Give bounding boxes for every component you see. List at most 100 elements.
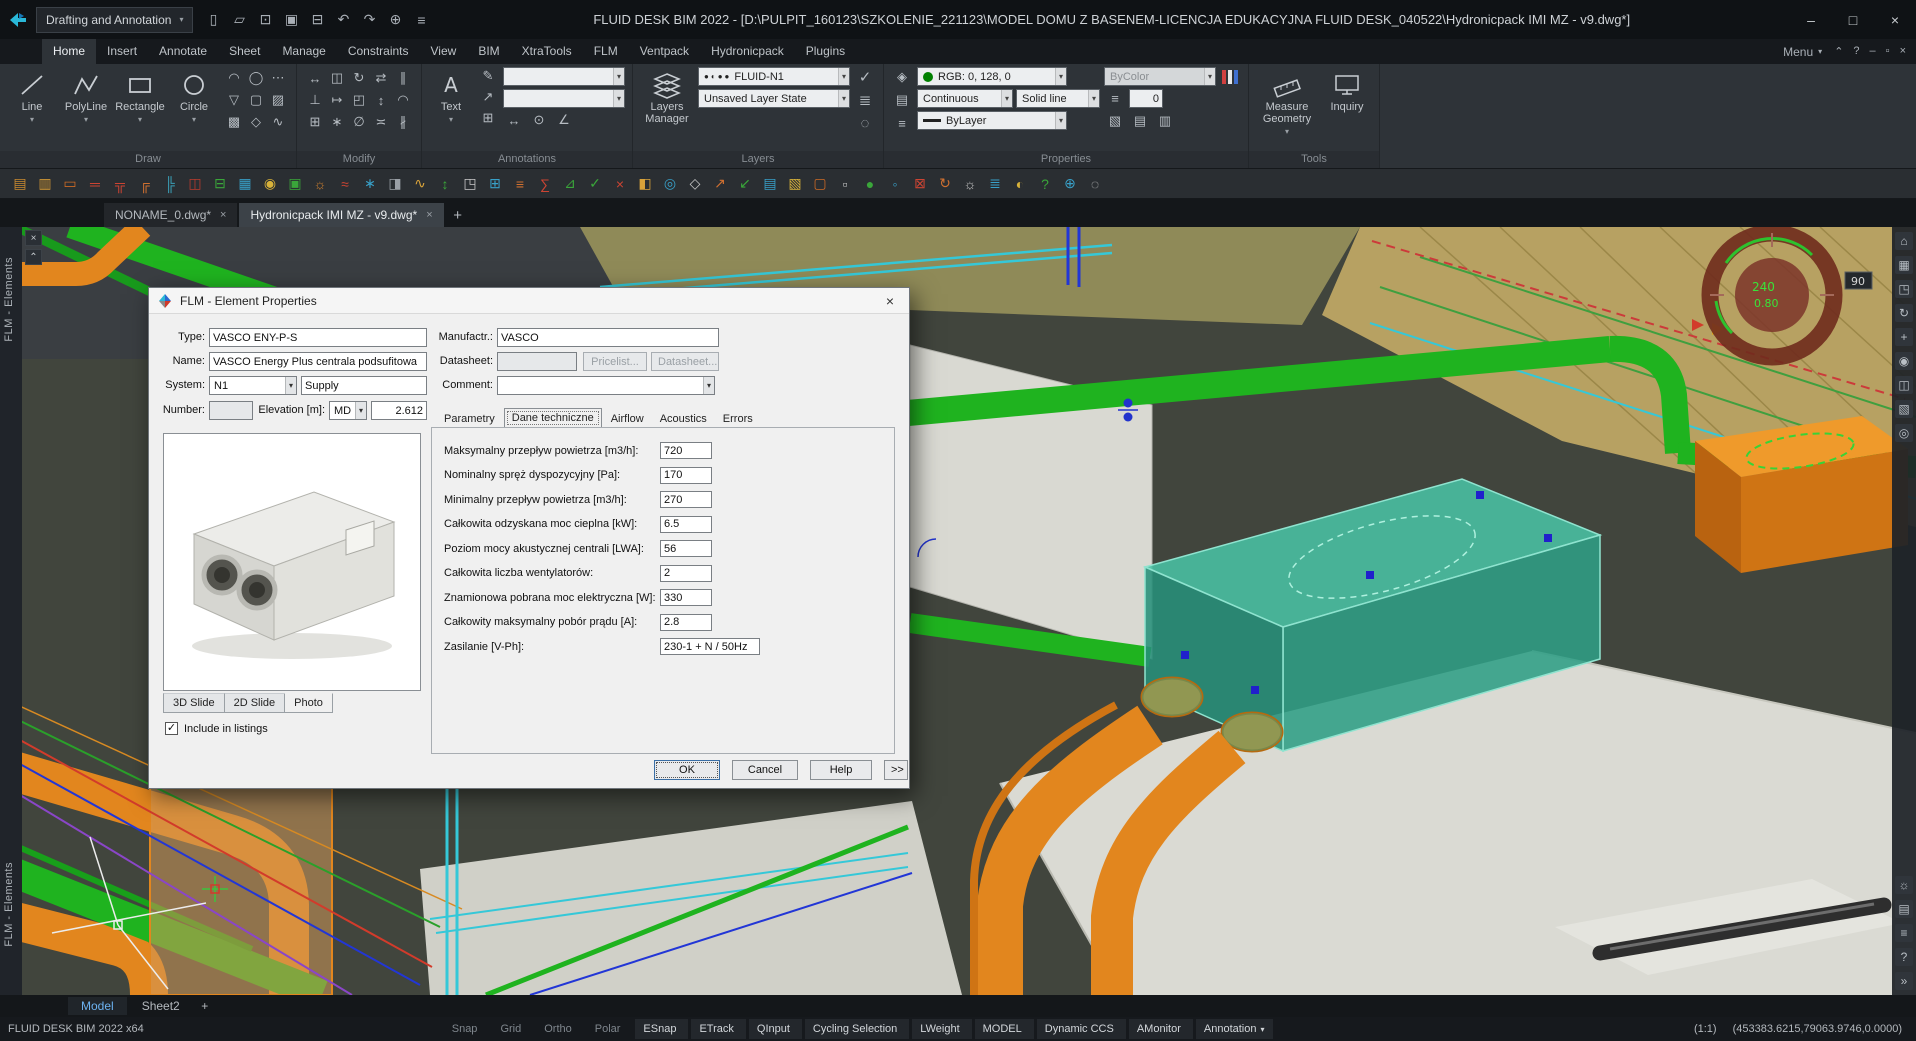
pin-ribbon-icon[interactable]: ⌃ xyxy=(1834,45,1843,58)
flm-elbow-icon[interactable]: ╔ xyxy=(133,172,157,196)
ribbon-tab[interactable]: Hydronicpack xyxy=(700,39,795,64)
table-icon[interactable]: ⊞ xyxy=(477,109,499,127)
flm-diffuser-icon[interactable]: ◉ xyxy=(258,172,282,196)
slide-tab[interactable]: Photo xyxy=(284,693,333,713)
join-icon[interactable]: ≍ xyxy=(370,111,392,133)
global-width-field[interactable] xyxy=(1129,89,1163,108)
param-input[interactable] xyxy=(660,565,712,582)
ribbon-tab[interactable]: Home xyxy=(42,39,96,64)
layer-check-icon[interactable]: ✓ xyxy=(854,67,876,87)
arc-icon[interactable]: ◠ xyxy=(223,67,245,89)
flm-zone-icon[interactable]: ▢ xyxy=(808,172,832,196)
flm-specification-icon[interactable]: ▤ xyxy=(758,172,782,196)
group-label-properties[interactable]: Properties xyxy=(884,151,1248,168)
group-label-draw[interactable]: Draw xyxy=(0,151,296,168)
flm-cooler-icon[interactable]: ∗ xyxy=(358,172,382,196)
system-kind-field[interactable] xyxy=(301,376,427,395)
flm-open-icon[interactable]: ▥ xyxy=(33,172,57,196)
settings-icon[interactable]: ☼ xyxy=(1895,876,1913,894)
fit-view-icon[interactable]: ▦ xyxy=(1895,256,1913,274)
gradient-icon[interactable]: ▩ xyxy=(223,111,245,133)
flm-balance-icon[interactable]: ⊿ xyxy=(558,172,582,196)
type-field[interactable] xyxy=(209,328,427,347)
flm-terminal-icon[interactable]: ● xyxy=(858,172,882,196)
flm-legend-icon[interactable]: ▧ xyxy=(783,172,807,196)
param-input[interactable] xyxy=(660,442,712,459)
orange-equipment-box[interactable] xyxy=(1695,416,1908,573)
dialog-button[interactable]: Help xyxy=(810,760,872,780)
linetype-combo[interactable]: Continuous ▾ xyxy=(917,89,1013,108)
ribbon-tab[interactable]: View xyxy=(420,39,468,64)
maximize-button[interactable]: □ xyxy=(1832,0,1874,39)
radius-dimension-icon[interactable]: ⊙ xyxy=(528,111,550,129)
minimize-button[interactable]: – xyxy=(1790,0,1832,39)
line-button[interactable]: Line ▾ xyxy=(7,67,57,147)
dialog-tab[interactable]: Dane techniczne xyxy=(504,408,602,428)
stretch-icon[interactable]: ↕ xyxy=(370,89,392,111)
minimize-doc-icon[interactable]: – xyxy=(1870,45,1876,58)
section-icon[interactable]: ◫ xyxy=(1895,376,1913,394)
ribbon-tab[interactable]: Manage xyxy=(271,39,336,64)
camera-icon[interactable]: ◎ xyxy=(1895,424,1913,442)
region-icon[interactable]: ▢ xyxy=(245,89,267,111)
status-toggle[interactable]: Polar xyxy=(587,1019,633,1039)
manufacturer-field[interactable] xyxy=(497,328,719,347)
spline-icon[interactable]: ∿ xyxy=(267,111,289,133)
close-panel-icon[interactable]: × xyxy=(25,230,42,246)
status-toggle[interactable]: Snap xyxy=(444,1019,490,1039)
point-icon[interactable]: ⋯ xyxy=(267,67,289,89)
orbit-icon[interactable]: ↻ xyxy=(1895,304,1913,322)
array-icon[interactable]: ⊞ xyxy=(304,111,326,133)
polyline-button[interactable]: PolyLine ▾ xyxy=(61,67,111,147)
flm-calc-icon[interactable]: ∑ xyxy=(533,172,557,196)
flm-systems-icon[interactable]: ≡ xyxy=(508,172,532,196)
flm-database-icon[interactable]: ≣ xyxy=(983,172,1007,196)
flm-check-icon[interactable]: ✓ xyxy=(583,172,607,196)
new-document-tab-button[interactable]: + xyxy=(446,203,470,227)
ribbon-tab[interactable]: Ventpack xyxy=(629,39,700,64)
copy-icon[interactable]: ◫ xyxy=(326,67,348,89)
dialog-tab[interactable]: Airflow xyxy=(604,410,651,428)
dialog-tab[interactable]: Parametry xyxy=(437,410,502,428)
slide-tab[interactable]: 2D Slide xyxy=(224,693,286,713)
lineweight-combo[interactable]: Solid line ▾ xyxy=(1016,89,1100,108)
ellipse-icon[interactable]: ◯ xyxy=(245,67,267,89)
select-similar-icon[interactable]: ≡ xyxy=(891,113,913,133)
circle-button[interactable]: Circle ▾ xyxy=(169,67,219,147)
dialog-close-button[interactable]: × xyxy=(879,291,901,311)
ribbon-tab[interactable]: FLM xyxy=(583,39,629,64)
properties-panel-icon[interactable]: ▤ xyxy=(891,90,913,110)
dialog-button[interactable]: OK xyxy=(654,760,720,780)
include-checkbox[interactable]: ✓ xyxy=(165,722,178,735)
datasheet-button[interactable]: Datasheet... xyxy=(651,352,719,371)
add-layout-button[interactable]: + xyxy=(195,999,215,1013)
layers-manager-button[interactable]: Layers Manager xyxy=(640,67,694,147)
erase-icon[interactable]: ∅ xyxy=(348,111,370,133)
move-icon[interactable]: ↔ xyxy=(304,67,326,89)
flm-import-icon[interactable]: ↙ xyxy=(733,172,757,196)
param-input[interactable] xyxy=(660,516,712,533)
flm-heater-icon[interactable]: ≈ xyxy=(333,172,357,196)
layer-off-icon[interactable]: ◌ xyxy=(854,113,876,133)
layer-plot-icon[interactable]: ● xyxy=(725,72,730,81)
flm-ahu-icon[interactable]: ▣ xyxy=(283,172,307,196)
flm-sensor-icon[interactable]: ◦ xyxy=(883,172,907,196)
grid-display-icon[interactable]: ▤ xyxy=(1895,900,1913,918)
menu-button[interactable]: Menu ▾ xyxy=(1783,45,1822,59)
comment-combo[interactable]: ▾ xyxy=(497,376,715,395)
flm-tee-icon[interactable]: ╠ xyxy=(158,172,182,196)
name-field[interactable] xyxy=(209,352,427,371)
flm-scheme-icon[interactable]: ⊠ xyxy=(908,172,932,196)
bycolor-combo[interactable]: ByColor ▾ xyxy=(1104,67,1216,86)
param-input[interactable] xyxy=(660,540,712,557)
dimension-style-combo[interactable]: ▾ xyxy=(503,89,625,108)
explode-icon[interactable]: ∗ xyxy=(326,111,348,133)
open-file-icon[interactable]: ▱ xyxy=(227,8,251,32)
rotate-icon[interactable]: ↻ xyxy=(348,67,370,89)
import-icon[interactable]: ⊡ xyxy=(253,8,277,32)
dialog-title-bar[interactable]: FLM - Element Properties × xyxy=(149,288,909,314)
status-toggle[interactable]: QInput xyxy=(749,1019,802,1039)
inquiry-button[interactable]: Inquiry xyxy=(1322,67,1372,147)
layer-combo[interactable]: ●◐●● FLUID-N1 ▾ xyxy=(698,67,850,86)
restore-doc-icon[interactable]: ▫ xyxy=(1886,45,1890,58)
